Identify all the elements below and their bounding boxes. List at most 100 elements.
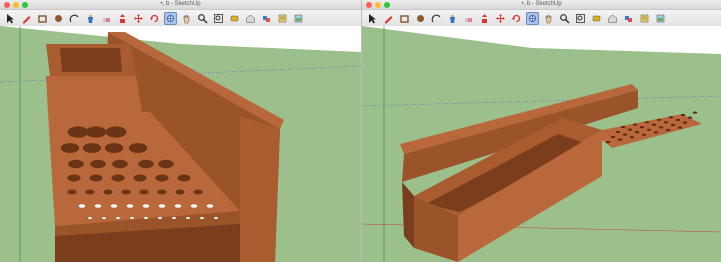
tool-hole (112, 159, 128, 169)
model-scene-left (0, 26, 361, 262)
tool-hole (128, 143, 148, 153)
tool-hole (89, 174, 103, 182)
tool-hole (88, 216, 92, 220)
tool-hole (682, 121, 688, 124)
rotate-icon[interactable] (510, 12, 523, 25)
pan-icon[interactable] (542, 12, 555, 25)
tool-hole (110, 204, 118, 208)
zoom-extents-icon[interactable] (212, 12, 225, 25)
tool-hole (116, 216, 120, 220)
tool-hole (656, 118, 662, 121)
styles-icon[interactable] (292, 12, 305, 25)
zoom-extents-icon[interactable] (574, 12, 587, 25)
tool-hole (214, 216, 218, 220)
arc-icon[interactable] (430, 12, 443, 25)
move-icon[interactable] (132, 12, 145, 25)
tool-hole (60, 143, 80, 153)
extension-icon[interactable] (276, 12, 289, 25)
tool-hole (172, 216, 176, 220)
orbit-icon[interactable] (164, 11, 177, 25)
styles-icon[interactable] (654, 12, 667, 25)
push-pull-icon[interactable] (478, 12, 491, 25)
paint-bucket-icon[interactable] (446, 12, 459, 25)
tool-hole (68, 159, 84, 169)
sketchup-window-left: •, b - SketchUp (0, 0, 361, 262)
tool-hole (692, 111, 698, 114)
tool-hole (627, 128, 633, 131)
tool-hole (155, 174, 169, 182)
tool-hole (687, 116, 693, 119)
sketchup-window-right: •, b - SketchUp (361, 0, 721, 262)
tool-hole (104, 143, 124, 153)
tool-hole (610, 135, 616, 139)
tool-hole (142, 204, 150, 208)
top-box-inside (60, 48, 122, 72)
push-pull-icon[interactable] (116, 12, 129, 25)
tool-hole (85, 189, 95, 195)
tool-hole (78, 204, 86, 208)
tool-hole (158, 159, 174, 169)
3d-viewport[interactable] (0, 26, 361, 262)
tool-hole (658, 126, 664, 129)
tool-hole (641, 133, 647, 136)
3d-viewport[interactable] (362, 26, 721, 262)
tool-hole (133, 174, 147, 182)
tool-hole (158, 216, 162, 220)
eraser-icon[interactable] (462, 12, 475, 25)
pencil-icon[interactable] (20, 12, 33, 25)
components-icon[interactable] (260, 12, 273, 25)
extension-icon[interactable] (638, 12, 651, 25)
paint-bucket-icon[interactable] (84, 12, 97, 25)
window-titlebar: •, b - SketchUp (362, 0, 721, 10)
rectangle-icon[interactable] (398, 12, 411, 25)
tool-hole (675, 118, 681, 122)
select-icon[interactable] (4, 12, 17, 25)
rotate-icon[interactable] (148, 12, 161, 25)
tool-hole (138, 159, 154, 169)
tool-hole (622, 133, 628, 136)
tool-hole (620, 125, 626, 129)
tool-hole (639, 126, 645, 129)
window-title: •, b - SketchUp (521, 1, 562, 7)
tape-measure-icon[interactable] (590, 12, 603, 25)
tool-hole (85, 126, 107, 138)
tool-hole (126, 204, 134, 208)
tool-hole (629, 136, 635, 139)
tool-hole (665, 128, 671, 132)
tool-hole (177, 174, 191, 182)
tool-hole (632, 123, 638, 126)
pencil-icon[interactable] (382, 12, 395, 25)
circle-icon[interactable] (52, 12, 65, 25)
tool-hole (144, 216, 148, 220)
tool-hole (90, 159, 106, 169)
zoom-icon[interactable] (558, 12, 571, 25)
tool-hole (94, 204, 102, 208)
pan-icon[interactable] (180, 12, 193, 25)
tool-hole (67, 126, 89, 138)
orbit-icon[interactable] (526, 11, 539, 25)
tape-measure-icon[interactable] (228, 12, 241, 25)
arc-icon[interactable] (68, 12, 81, 25)
main-toolbar (0, 10, 361, 27)
window-title: •, b - SketchUp (160, 1, 201, 7)
select-icon[interactable] (366, 12, 379, 25)
eraser-icon[interactable] (100, 12, 113, 25)
rectangle-icon[interactable] (36, 12, 49, 25)
tool-hole (646, 128, 652, 131)
tool-hole (139, 189, 149, 195)
warehouse-icon[interactable] (606, 12, 619, 25)
tool-hole (82, 143, 102, 153)
tool-hole (111, 174, 125, 182)
warehouse-icon[interactable] (244, 12, 257, 25)
zoom-icon[interactable] (196, 12, 209, 25)
tool-hole (644, 121, 650, 124)
move-icon[interactable] (494, 12, 507, 25)
box-front-wall (46, 76, 142, 112)
tool-hole (668, 116, 674, 119)
tool-hole (158, 204, 166, 208)
tool-hole (67, 174, 81, 182)
components-icon[interactable] (622, 12, 635, 25)
circle-icon[interactable] (414, 12, 427, 25)
tool-hole (200, 216, 204, 220)
tool-hole (121, 189, 131, 195)
